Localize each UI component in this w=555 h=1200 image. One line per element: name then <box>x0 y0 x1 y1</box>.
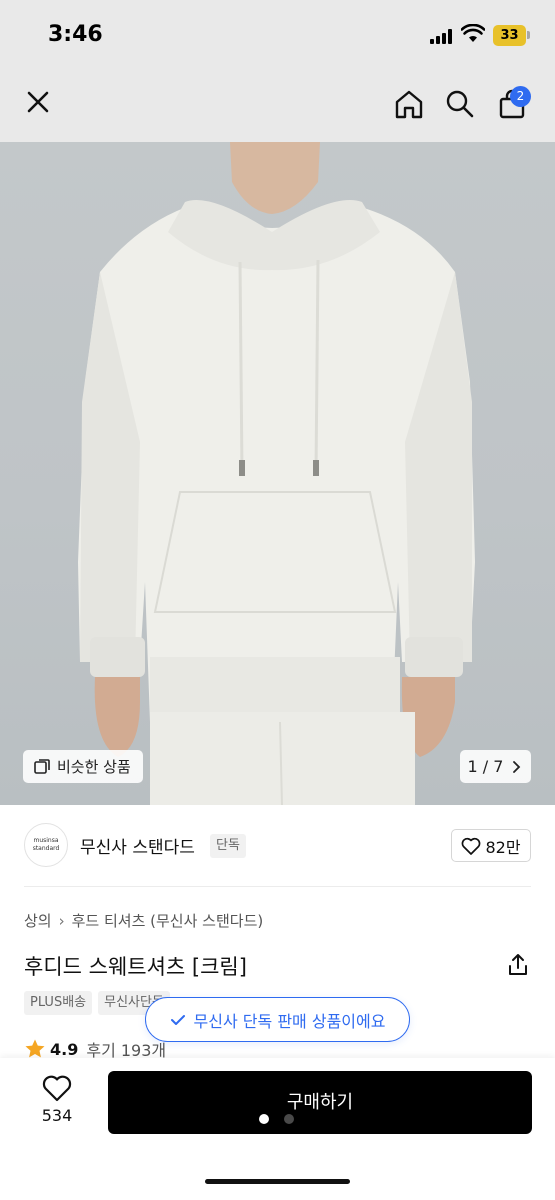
product-image[interactable] <box>0 142 555 805</box>
top-navigation <box>0 72 555 142</box>
brand-logo-line1: musinsa <box>33 837 59 844</box>
chevron-right-icon <box>513 760 521 773</box>
breadcrumb-category[interactable]: 상의 <box>24 910 52 931</box>
product-photo <box>78 142 475 805</box>
check-icon <box>170 1014 185 1025</box>
heart-icon <box>462 837 481 855</box>
wishlist-button[interactable]: 534 <box>30 1074 84 1125</box>
product-title: 후디드 스웨트셔츠 [크림] <box>24 955 247 979</box>
similar-products-button[interactable]: 비슷한 상품 <box>23 750 143 783</box>
search-icon[interactable] <box>442 86 478 122</box>
home-indicator[interactable] <box>205 1179 350 1184</box>
heart-icon <box>42 1075 72 1102</box>
exclusive-notice-text: 무신사 단독 판매 상품이에요 <box>193 1011 386 1031</box>
tag-plus-delivery: PLUS배송 <box>24 991 93 1015</box>
similar-items-icon <box>34 758 50 774</box>
cart-count-badge: 2 <box>510 86 531 107</box>
page-indicator-label: 1 / 7 <box>467 757 504 776</box>
brand-logo-line2: standard <box>32 845 60 852</box>
image-page-indicator[interactable]: 1 / 7 <box>460 750 531 783</box>
divider <box>24 886 531 887</box>
carousel-dot-active <box>259 1114 269 1124</box>
close-icon[interactable] <box>20 84 56 120</box>
chevron-right-icon: › <box>58 911 65 930</box>
cellular-signal-icon <box>430 28 454 44</box>
similar-products-label: 비슷한 상품 <box>57 758 131 776</box>
brand-like-button[interactable]: 82만 <box>451 829 531 862</box>
wishlist-count: 534 <box>41 1106 73 1125</box>
status-bar: 3:46 33 <box>0 0 555 72</box>
breadcrumb-subcategory[interactable]: 후드 티셔츠 (무신사 스탠다드) <box>72 910 264 931</box>
breadcrumb: 상의 › 후드 티셔츠 (무신사 스탠다드) <box>24 910 263 931</box>
carousel-dot <box>284 1114 294 1124</box>
status-time: 3:46 <box>48 22 103 47</box>
rating-value: 4.9 <box>50 1039 79 1059</box>
brand-logo[interactable]: musinsa standard <box>24 823 68 867</box>
exclusive-badge: 단독 <box>210 834 246 858</box>
battery-tip <box>527 31 530 39</box>
brand-name[interactable]: 무신사 스탠다드 <box>80 833 195 858</box>
share-icon[interactable] <box>505 952 531 978</box>
star-icon <box>25 1039 45 1058</box>
home-icon[interactable] <box>391 86 427 122</box>
wifi-icon <box>461 24 485 42</box>
battery-indicator: 33 <box>493 25 526 46</box>
buy-button[interactable]: 구매하기 <box>108 1071 532 1134</box>
brand-like-count: 82만 <box>485 837 521 857</box>
exclusive-notice-toast: 무신사 단독 판매 상품이에요 <box>145 997 410 1042</box>
